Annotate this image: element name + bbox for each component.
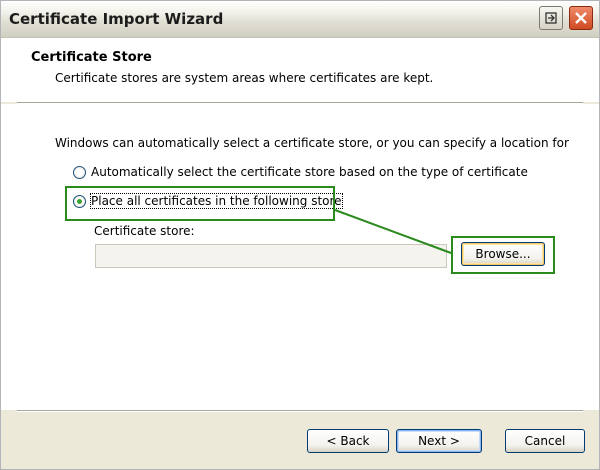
- annotation-connector-line: [334, 209, 452, 254]
- back-button[interactable]: < Back: [307, 429, 389, 453]
- footer-separator: [17, 410, 583, 412]
- next-button[interactable]: Next >: [396, 429, 482, 453]
- wizard-window: Certificate Import Wizard Certificate St…: [0, 0, 600, 470]
- cancel-button[interactable]: Cancel: [505, 429, 585, 453]
